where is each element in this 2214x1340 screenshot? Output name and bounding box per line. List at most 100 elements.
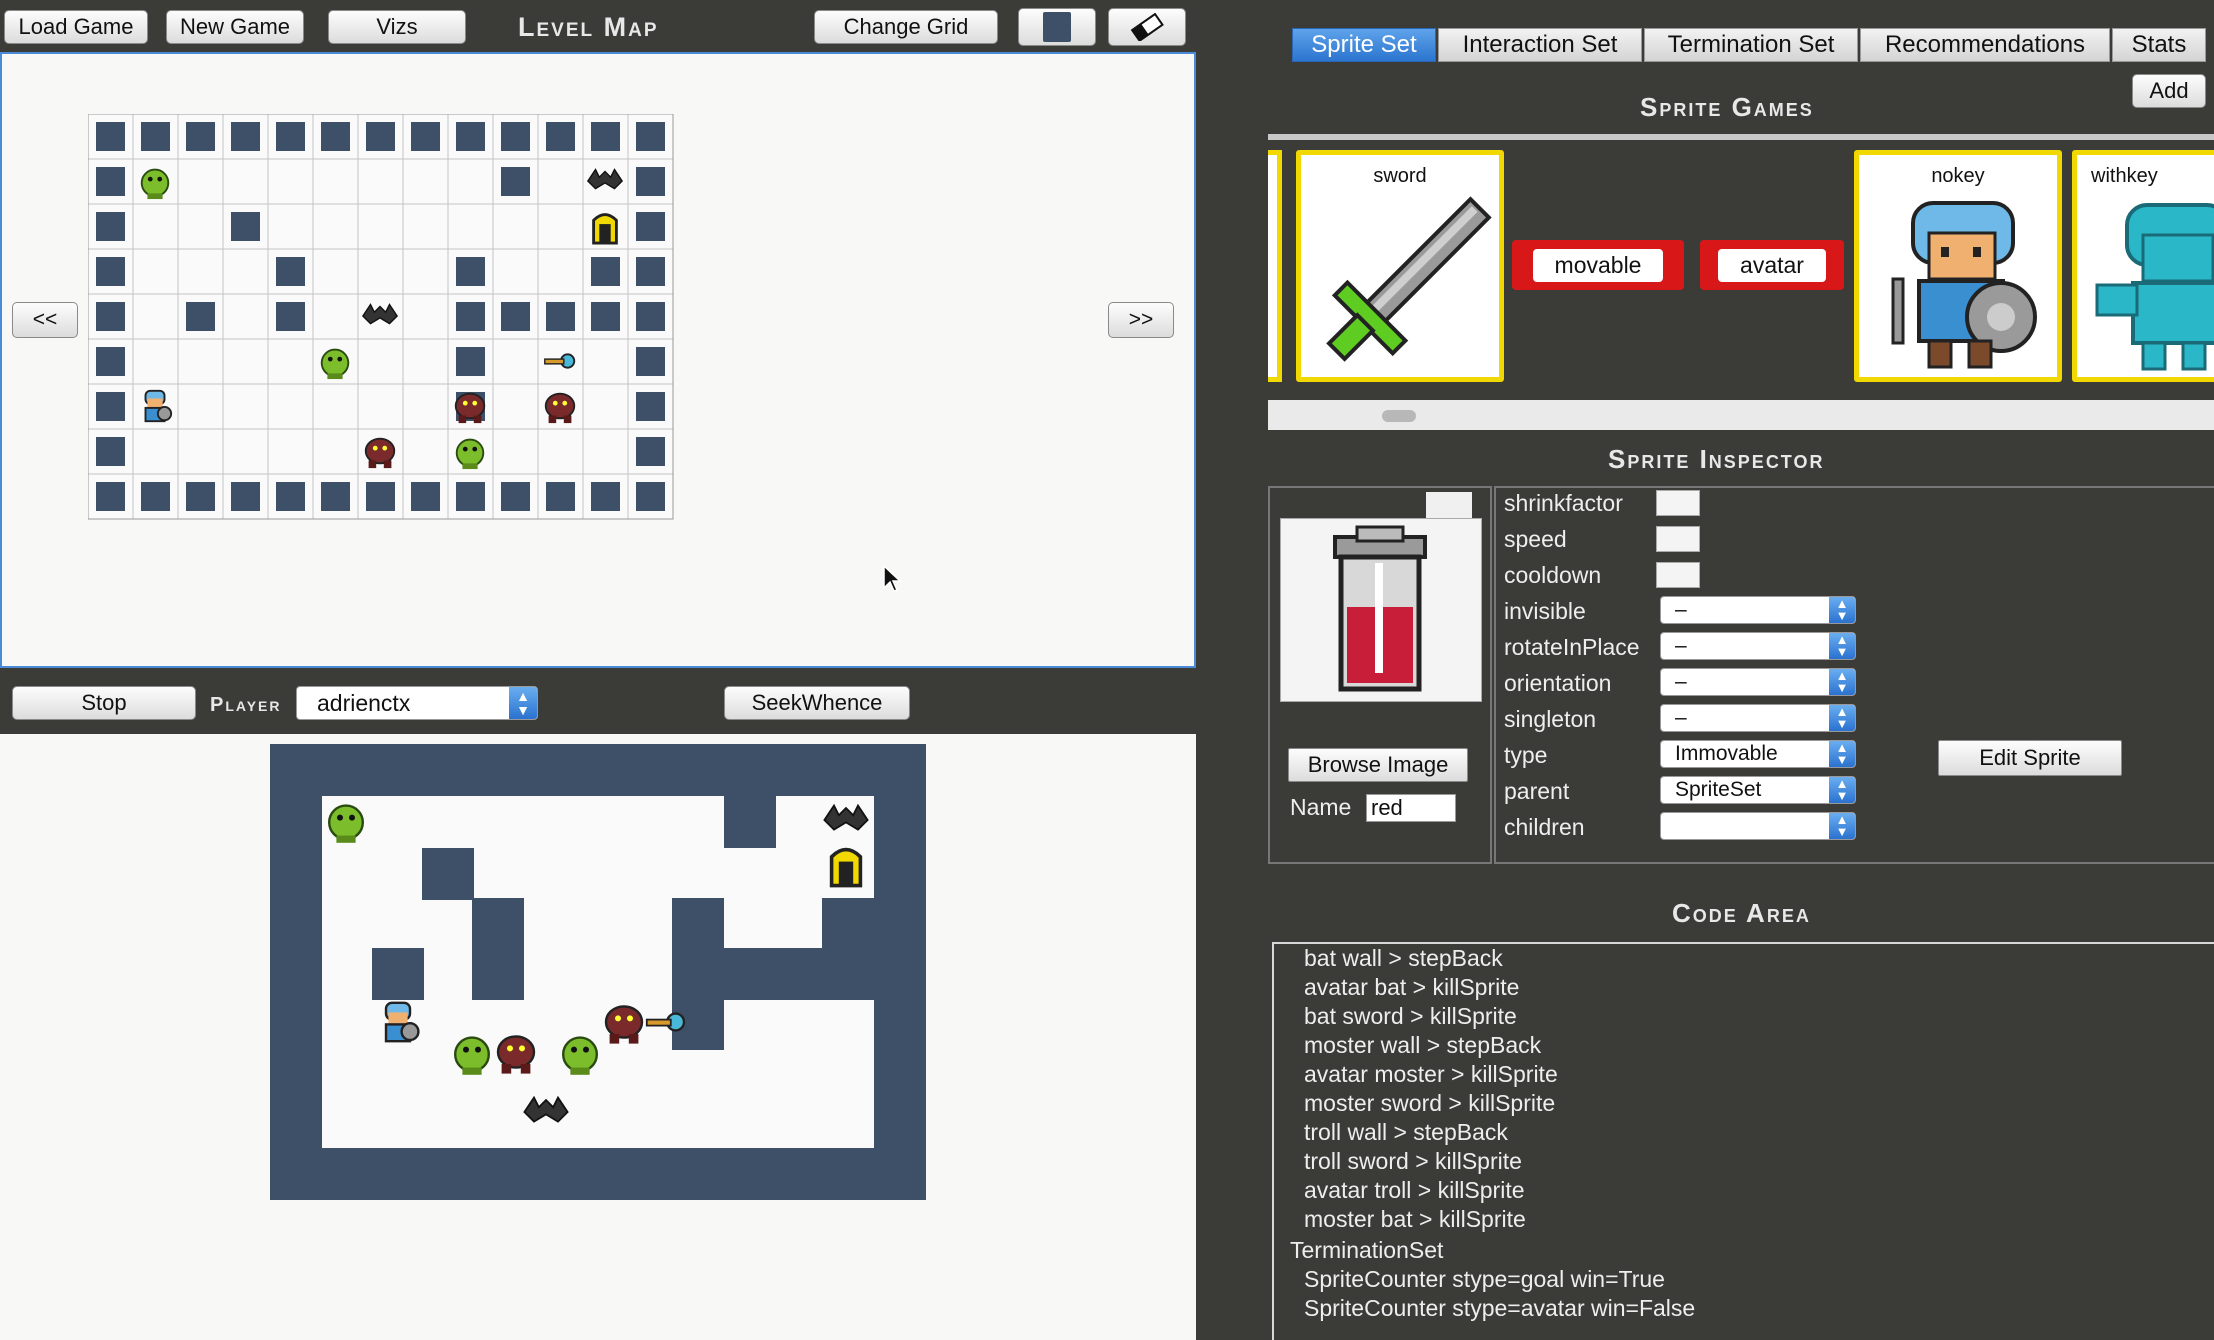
troll-sprite-icon[interactable] bbox=[496, 1035, 536, 1074]
prev-level-button[interactable]: << bbox=[12, 302, 78, 338]
scrollbar-thumb[interactable] bbox=[1382, 410, 1416, 422]
prop-input-cooldown[interactable] bbox=[1656, 562, 1700, 588]
edit-sprite-button[interactable]: Edit Sprite bbox=[1938, 740, 2122, 776]
wall-tile[interactable] bbox=[141, 122, 170, 151]
wall-tile[interactable] bbox=[96, 392, 125, 421]
browse-image-button[interactable]: Browse Image bbox=[1288, 748, 1468, 782]
wall-tile[interactable] bbox=[231, 482, 260, 511]
wall-tile[interactable] bbox=[96, 347, 125, 376]
tab-termination-set[interactable]: Termination Set bbox=[1644, 28, 1858, 62]
wall-tile[interactable] bbox=[591, 122, 620, 151]
prop-select-orientation[interactable]: – ▲ ▼ bbox=[1660, 668, 1856, 696]
level-editor-grid[interactable] bbox=[88, 114, 676, 522]
color-swatch-button[interactable] bbox=[1018, 8, 1096, 46]
wall-tile[interactable] bbox=[636, 302, 665, 331]
wall-tile[interactable] bbox=[501, 482, 530, 511]
troll-sprite-icon[interactable] bbox=[604, 1005, 644, 1044]
wall-tile[interactable] bbox=[96, 122, 125, 151]
troll-sprite-icon[interactable] bbox=[454, 392, 486, 424]
wall-tile[interactable] bbox=[186, 302, 215, 331]
vizs-button[interactable]: Vizs bbox=[328, 10, 466, 44]
wall-tile[interactable] bbox=[276, 302, 305, 331]
wall-tile[interactable] bbox=[366, 482, 395, 511]
sprite-card-withkey[interactable]: withkey bbox=[2072, 150, 2214, 382]
wall-tile[interactable] bbox=[276, 257, 305, 286]
tag-movable[interactable]: movable bbox=[1512, 240, 1684, 290]
wall-tile[interactable] bbox=[591, 302, 620, 331]
wall-tile[interactable] bbox=[636, 482, 665, 511]
name-input[interactable]: red bbox=[1366, 794, 1456, 822]
wall-tile[interactable] bbox=[96, 167, 125, 196]
wall-tile[interactable] bbox=[456, 257, 485, 286]
level-map-panel[interactable]: << >> bbox=[0, 52, 1196, 668]
door-sprite-icon[interactable] bbox=[829, 847, 863, 888]
wall-tile[interactable] bbox=[411, 122, 440, 151]
prop-select-type[interactable]: Immovable ▲ ▼ bbox=[1660, 740, 1856, 768]
wall-tile[interactable] bbox=[276, 482, 305, 511]
wall-tile[interactable] bbox=[321, 122, 350, 151]
wall-tile[interactable] bbox=[96, 212, 125, 241]
troll-sprite-icon[interactable] bbox=[364, 437, 396, 469]
wall-tile[interactable] bbox=[186, 122, 215, 151]
player-select[interactable]: adrienctx ▲ ▼ bbox=[296, 686, 538, 720]
wall-tile[interactable] bbox=[411, 482, 440, 511]
code-editor[interactable]: bat wall > stepBack avatar bat > killSpri… bbox=[1272, 942, 2214, 1340]
prop-select-rotateInPlace[interactable]: – ▲ ▼ bbox=[1660, 632, 1856, 660]
game-play-panel[interactable] bbox=[0, 734, 1196, 1340]
wall-tile[interactable] bbox=[501, 122, 530, 151]
wall-tile[interactable] bbox=[231, 212, 260, 241]
wall-tile[interactable] bbox=[636, 437, 665, 466]
prop-select-invisible[interactable]: – ▲ ▼ bbox=[1660, 596, 1856, 624]
wall-tile[interactable] bbox=[546, 482, 575, 511]
wall-tile[interactable] bbox=[636, 257, 665, 286]
troll-sprite-icon[interactable] bbox=[544, 392, 576, 424]
wall-tile[interactable] bbox=[546, 302, 575, 331]
load-game-button[interactable]: Load Game bbox=[4, 10, 148, 44]
game-canvas[interactable] bbox=[270, 744, 926, 1200]
new-game-button[interactable]: New Game bbox=[166, 10, 304, 44]
wall-tile[interactable] bbox=[456, 302, 485, 331]
wall-tile[interactable] bbox=[96, 302, 125, 331]
prop-input-speed[interactable] bbox=[1656, 526, 1700, 552]
wall-tile[interactable] bbox=[96, 437, 125, 466]
wall-tile[interactable] bbox=[501, 302, 530, 331]
wall-tile[interactable] bbox=[591, 257, 620, 286]
prop-select-children[interactable]: ▲ ▼ bbox=[1660, 812, 1856, 840]
door-sprite-icon[interactable] bbox=[592, 213, 618, 245]
horizontal-scrollbar[interactable] bbox=[1268, 400, 2214, 430]
stop-button[interactable]: Stop bbox=[12, 686, 196, 720]
tab-interaction-set[interactable]: Interaction Set bbox=[1438, 28, 1642, 62]
color-field[interactable] bbox=[1426, 492, 1472, 518]
wall-tile[interactable] bbox=[96, 257, 125, 286]
wall-tile[interactable] bbox=[636, 347, 665, 376]
sprite-card-sword[interactable]: sword bbox=[1296, 150, 1504, 382]
tab-recommendations[interactable]: Recommendations bbox=[1860, 28, 2110, 62]
wall-tile[interactable] bbox=[96, 482, 125, 511]
seekwhence-button[interactable]: SeekWhence bbox=[724, 686, 910, 720]
prop-input-shrinkfactor[interactable] bbox=[1656, 490, 1700, 516]
wall-tile[interactable] bbox=[636, 167, 665, 196]
wall-tile[interactable] bbox=[366, 122, 395, 151]
change-grid-button[interactable]: Change Grid bbox=[814, 10, 998, 44]
wall-tile[interactable] bbox=[276, 122, 305, 151]
wall-tile[interactable] bbox=[321, 482, 350, 511]
prop-select-parent[interactable]: SpriteSet ▲ ▼ bbox=[1660, 776, 1856, 804]
wall-tile[interactable] bbox=[231, 122, 260, 151]
tab-stats[interactable]: Stats bbox=[2112, 28, 2206, 62]
sprite-card-nokey[interactable]: nokey bbox=[1854, 150, 2062, 382]
tag-avatar[interactable]: avatar bbox=[1700, 240, 1844, 290]
wall-tile[interactable] bbox=[591, 482, 620, 511]
eraser-button[interactable] bbox=[1108, 8, 1186, 46]
wall-tile[interactable] bbox=[501, 167, 530, 196]
wall-tile[interactable] bbox=[186, 482, 215, 511]
wall-tile[interactable] bbox=[636, 122, 665, 151]
wall-tile[interactable] bbox=[141, 482, 170, 511]
prop-select-singleton[interactable]: – ▲ ▼ bbox=[1660, 704, 1856, 732]
wall-tile[interactable] bbox=[456, 482, 485, 511]
next-level-button[interactable]: >> bbox=[1108, 302, 1174, 338]
tab-sprite-set[interactable]: Sprite Set bbox=[1292, 28, 1436, 62]
wall-tile[interactable] bbox=[456, 122, 485, 151]
sprite-card-partial[interactable] bbox=[1268, 150, 1282, 382]
add-button[interactable]: Add bbox=[2132, 74, 2206, 108]
wall-tile[interactable] bbox=[636, 392, 665, 421]
